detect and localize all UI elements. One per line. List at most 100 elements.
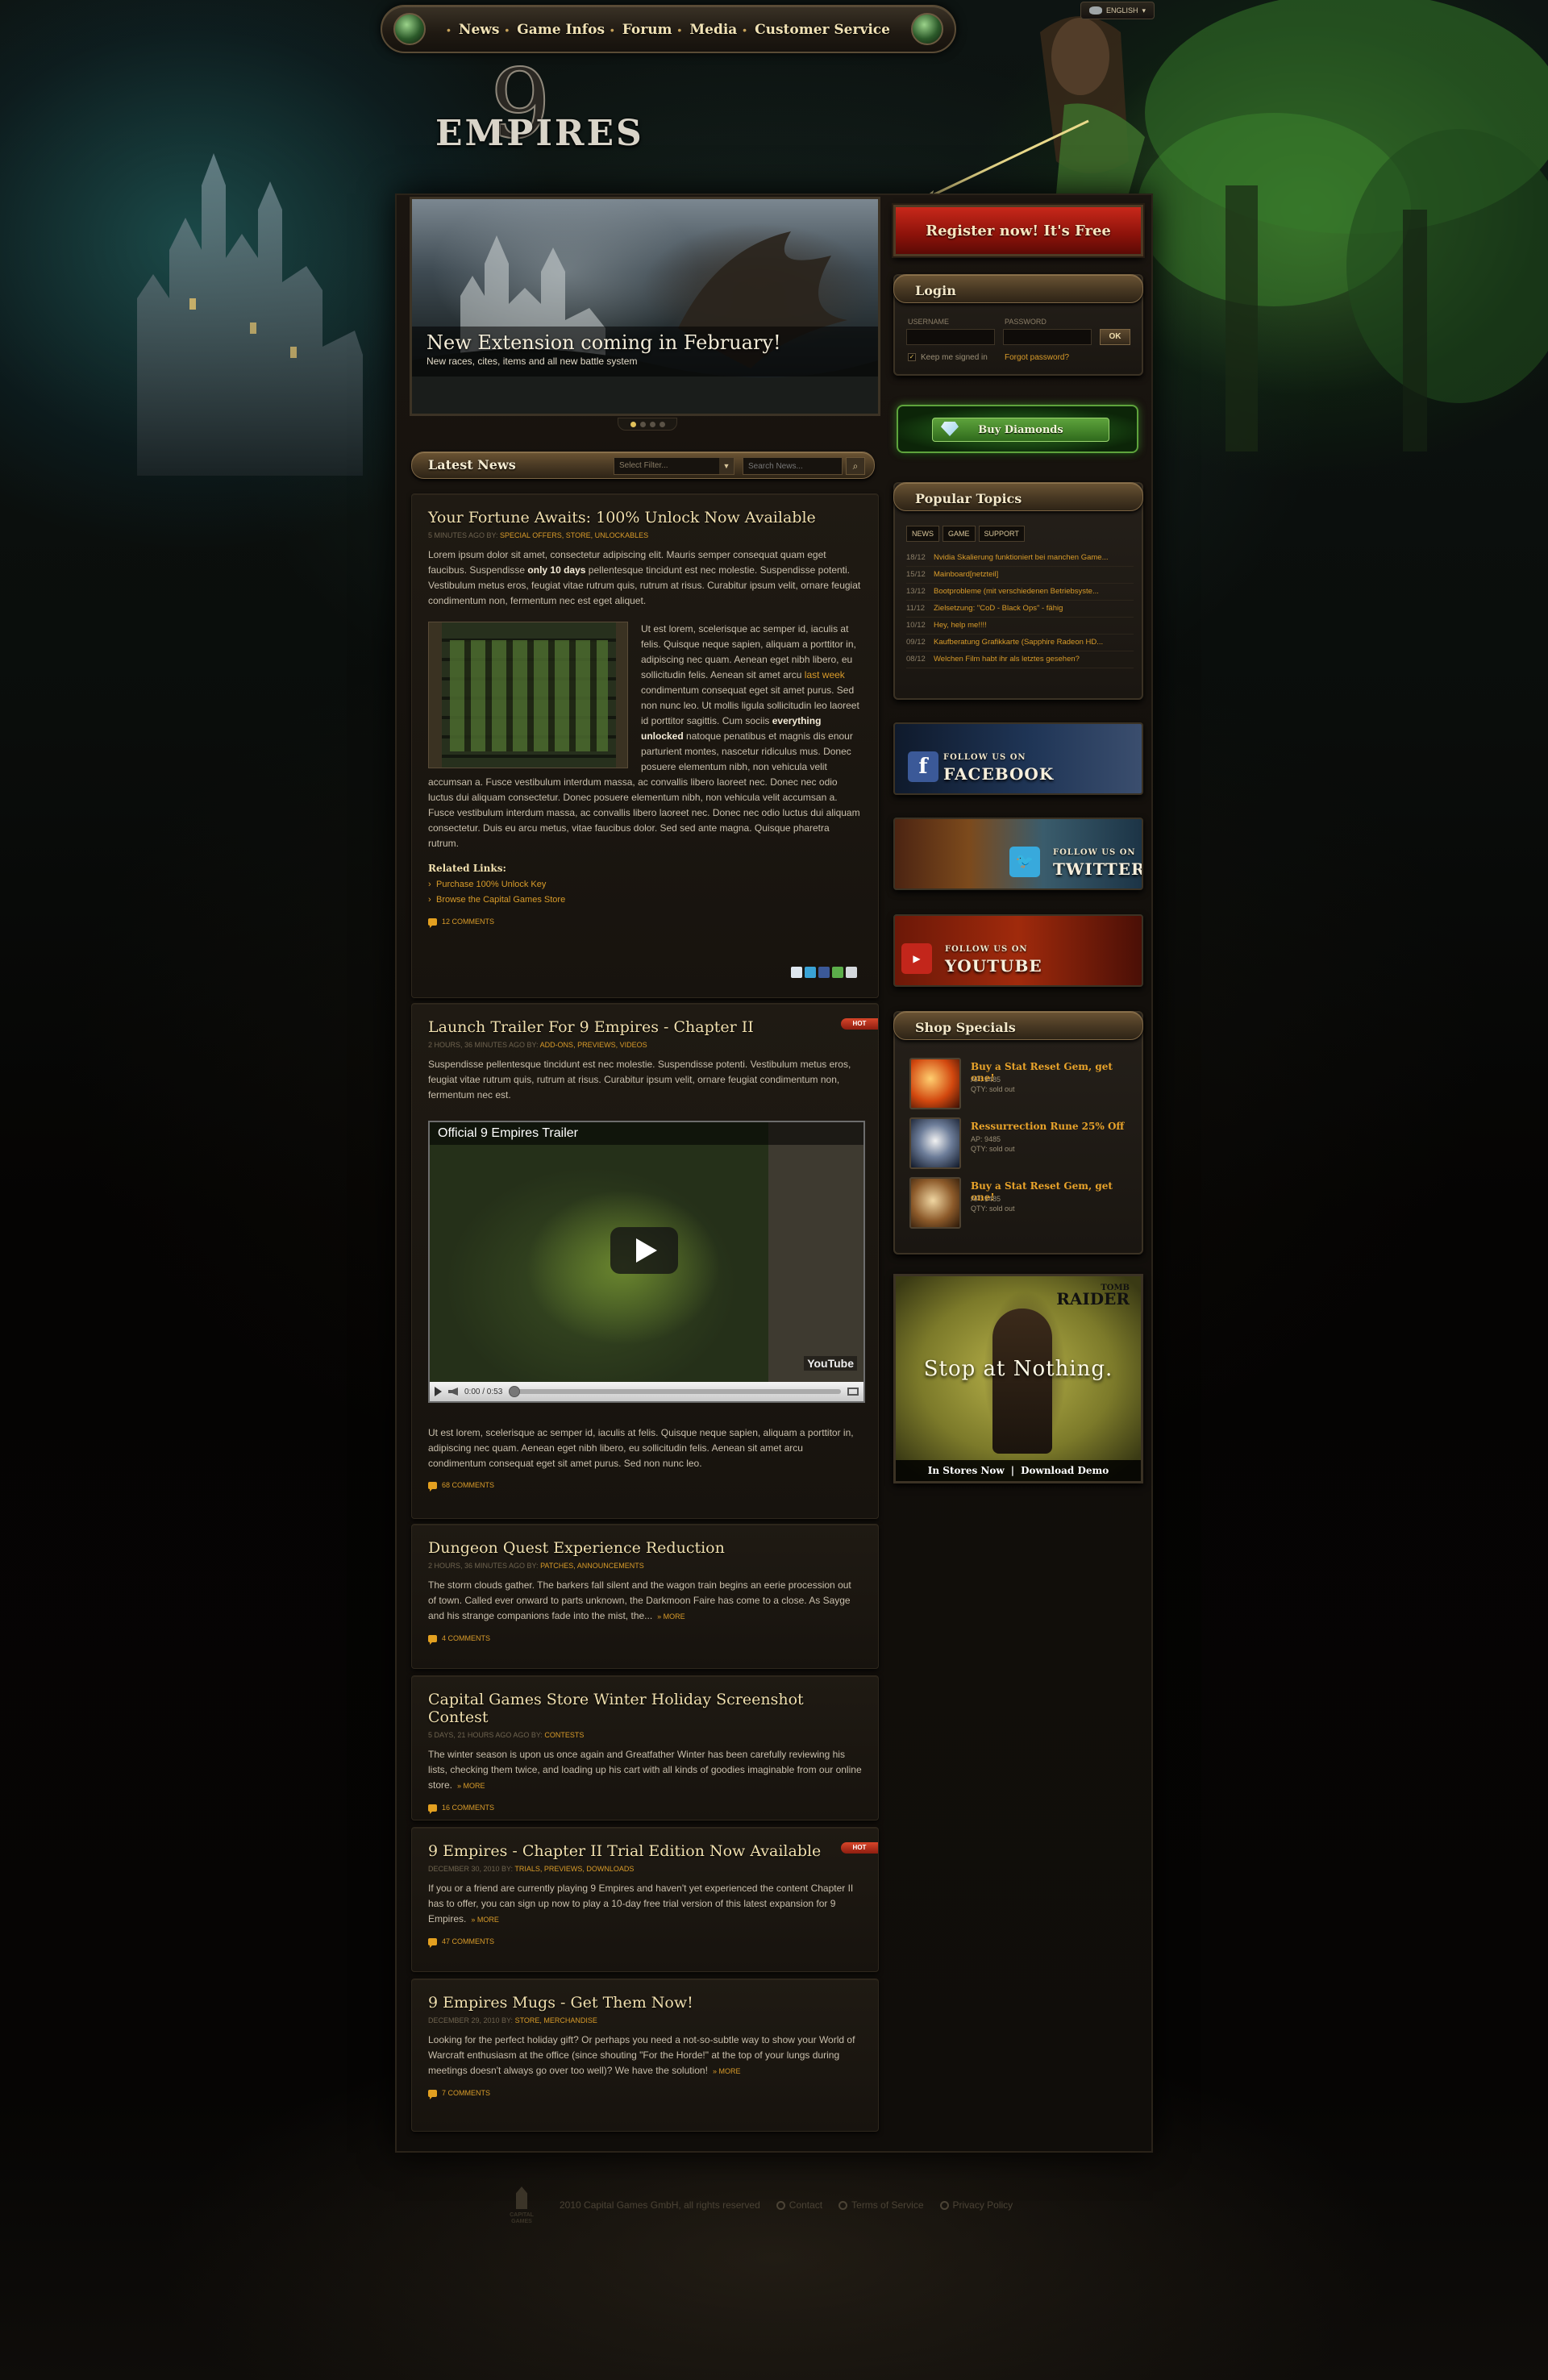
article-title[interactable]: Dungeon Quest Experience Reduction bbox=[428, 1539, 862, 1557]
topic-item[interactable]: 13/12 Bootprobleme (mit verschiedenen Bet… bbox=[906, 584, 1134, 601]
topic-title[interactable]: Bootprobleme (mit verschiedenen Betriebs… bbox=[934, 584, 1099, 600]
play-icon[interactable] bbox=[435, 1387, 442, 1396]
topic-item[interactable]: 18/12 Nvidia Skalierung funktioniert bei … bbox=[906, 550, 1134, 567]
article-title[interactable]: 9 Empires Mugs - Get Them Now! bbox=[428, 1994, 862, 2012]
shop-item-name[interactable]: Ressurrection Rune 25% Off bbox=[971, 1121, 1124, 1132]
username-field[interactable] bbox=[906, 329, 995, 345]
slider-dot-3[interactable] bbox=[649, 421, 655, 427]
facebook-banner[interactable]: f FOLLOW US ON FACEBOOK bbox=[893, 722, 1143, 795]
nav-link-game-infos[interactable]: Game Infos bbox=[517, 22, 605, 38]
footer-link-privacy[interactable]: Privacy Policy bbox=[940, 2199, 1013, 2211]
article-categories[interactable]: TRIALS, PREVIEWS, DOWNLOADS bbox=[514, 1865, 634, 1873]
slider-dot-4[interactable] bbox=[659, 421, 665, 427]
ad-cta-stores[interactable]: In Stores Now bbox=[928, 1465, 1005, 1476]
language-selector[interactable]: ENGLISH ▾ bbox=[1080, 2, 1155, 19]
topic-item[interactable]: 15/12 Mainboard[netzteil] bbox=[906, 567, 1134, 584]
slider-dot-2[interactable] bbox=[639, 421, 646, 427]
shop-item[interactable]: Ressurrection Rune 25% Off AP: 9485 QTY:… bbox=[909, 1117, 1137, 1172]
comments-link[interactable]: 7 COMMENTS bbox=[428, 2089, 862, 2099]
fullscreen-icon[interactable] bbox=[847, 1388, 859, 1396]
capital-games-logo[interactable]: CAPITAL GAMES bbox=[500, 2183, 543, 2227]
read-more-link[interactable]: » MORE bbox=[657, 1612, 685, 1621]
comments-link[interactable]: 47 COMMENTS bbox=[428, 1937, 862, 1948]
topic-item[interactable]: 11/12 Zielsetzung: "CoD - Black Ops" - fä… bbox=[906, 601, 1134, 618]
featured-slider[interactable]: New Extension coming in February! New ra… bbox=[410, 197, 880, 416]
related-link[interactable]: Purchase 100% Unlock Key bbox=[428, 877, 862, 892]
video-player[interactable]: Official 9 Empires Trailer YouTube 0:00 … bbox=[428, 1121, 865, 1403]
youtube-logo[interactable]: YouTube bbox=[804, 1356, 857, 1371]
topic-title[interactable]: Welchen Film habt ihr als letztes gesehe… bbox=[934, 651, 1080, 668]
video-progress-bar[interactable] bbox=[509, 1386, 841, 1397]
comments-link[interactable]: 16 COMMENTS bbox=[428, 1804, 862, 1814]
topic-title[interactable]: Kaufberatung Grafikkarte (Sapphire Radeo… bbox=[934, 635, 1103, 651]
search-icon[interactable]: ⌕ bbox=[846, 457, 865, 475]
facebook-share-icon[interactable] bbox=[818, 967, 830, 978]
slider-dot-1[interactable] bbox=[630, 421, 636, 427]
site-logo[interactable]: 9 EMPIRES bbox=[419, 56, 642, 177]
topic-item[interactable]: 08/12 Welchen Film habt ihr als letztes g… bbox=[906, 651, 1134, 668]
topic-title[interactable]: Mainboard[netzteil] bbox=[934, 567, 998, 583]
topic-title[interactable]: Zielsetzung: "CoD - Black Ops" - fähig bbox=[934, 601, 1063, 617]
topic-item[interactable]: 10/12 Hey, help me!!!! bbox=[906, 618, 1134, 635]
forgot-password-link[interactable]: Forgot password? bbox=[1005, 353, 1069, 362]
email-share-icon[interactable] bbox=[791, 967, 802, 978]
game-screenshot-thumbnail[interactable] bbox=[428, 622, 628, 768]
buy-diamonds-button[interactable]: Buy Diamonds bbox=[932, 418, 1109, 442]
article-categories[interactable]: SPECIAL OFFERS, STORE, UNLOCKABLES bbox=[500, 531, 648, 539]
tab-support[interactable]: SUPPORT bbox=[978, 526, 1025, 542]
article-categories[interactable]: STORE, MERCHANDISE bbox=[515, 2016, 597, 2024]
nav-item-game-infos[interactable]: • Game Infos bbox=[505, 22, 605, 38]
read-more-link[interactable]: » MORE bbox=[471, 1916, 499, 1924]
nav-item-customer-service[interactable]: • Customer Service bbox=[743, 22, 890, 38]
article-title[interactable]: Your Fortune Awaits: 100% Unlock Now Ava… bbox=[428, 509, 862, 526]
article-categories[interactable]: CONTESTS bbox=[544, 1731, 584, 1739]
register-button[interactable]: Register now! It's Free bbox=[893, 205, 1143, 256]
article-title[interactable]: Capital Games Store Winter Holiday Scree… bbox=[428, 1691, 862, 1726]
nav-link-media[interactable]: Media bbox=[689, 22, 737, 38]
read-more-link[interactable]: » MORE bbox=[713, 2067, 741, 2075]
footer-link-terms[interactable]: Terms of Service bbox=[838, 2199, 923, 2211]
read-more-link[interactable]: » MORE bbox=[457, 1782, 485, 1790]
nav-item-news[interactable]: • News bbox=[447, 22, 499, 38]
footer-link-contact[interactable]: Contact bbox=[776, 2199, 822, 2211]
topic-title[interactable]: Nvidia Skalierung funktioniert bei manch… bbox=[934, 550, 1109, 566]
tab-game[interactable]: GAME bbox=[943, 526, 976, 542]
shop-item[interactable]: Buy a Stat Reset Gem, get one! AP: 9485 … bbox=[909, 1058, 1137, 1113]
tomb-raider-advertisement[interactable]: TOMB RAIDER Stop at Nothing. In Stores N… bbox=[893, 1274, 1143, 1483]
article-categories[interactable]: ADD-ONS, PREVIEWS, VIDEOS bbox=[540, 1041, 647, 1049]
article-title[interactable]: 9 Empires - Chapter II Trial Edition Now… bbox=[428, 1842, 862, 1860]
ad-cta-demo[interactable]: Download Demo bbox=[1021, 1465, 1109, 1476]
topic-title[interactable]: Hey, help me!!!! bbox=[934, 618, 987, 634]
article-inline-link[interactable]: last week bbox=[805, 669, 845, 680]
keep-signed-in-checkbox[interactable]: ✓ bbox=[908, 353, 916, 361]
comments-link[interactable]: 4 COMMENTS bbox=[428, 1634, 862, 1645]
related-link[interactable]: Browse the Capital Games Store bbox=[428, 892, 862, 908]
topic-tabs: NEWS GAME SUPPORT bbox=[906, 526, 1025, 542]
login-ok-button[interactable]: OK bbox=[1100, 329, 1130, 345]
digg-share-icon[interactable] bbox=[832, 967, 843, 978]
youtube-banner[interactable]: ▶ FOLLOW US ON YOUTUBE bbox=[893, 914, 1143, 987]
nav-link-news[interactable]: News bbox=[459, 22, 500, 38]
nav-link-customer-service[interactable]: Customer Service bbox=[755, 22, 890, 38]
nav-item-forum[interactable]: • Forum bbox=[610, 22, 672, 38]
twitter-banner[interactable]: 🐦 FOLLOW US ON TWITTER bbox=[893, 818, 1143, 890]
topic-item[interactable]: 09/12 Kaufberatung Grafikkarte (Sapphire … bbox=[906, 635, 1134, 651]
play-icon[interactable] bbox=[610, 1227, 678, 1274]
article-categories[interactable]: PATCHES, ANNOUNCEMENTS bbox=[540, 1562, 644, 1570]
nav-link-forum[interactable]: Forum bbox=[622, 22, 672, 38]
password-field[interactable] bbox=[1003, 329, 1092, 345]
comments-link[interactable]: 68 COMMENTS bbox=[428, 1481, 862, 1492]
tab-news[interactable]: NEWS bbox=[906, 526, 939, 542]
tomb-raider-logo: TOMB RAIDER bbox=[1056, 1284, 1130, 1308]
twitter-share-icon[interactable] bbox=[805, 967, 816, 978]
nav-item-media[interactable]: • Media bbox=[677, 22, 737, 38]
buy-diamonds-banner[interactable]: Buy Diamonds bbox=[897, 405, 1138, 453]
video-scrubber[interactable] bbox=[509, 1386, 521, 1397]
article-title[interactable]: Launch Trailer For 9 Empires - Chapter I… bbox=[428, 1018, 862, 1036]
comments-link[interactable]: 12 COMMENTS bbox=[428, 917, 862, 928]
volume-icon[interactable] bbox=[448, 1388, 458, 1396]
news-filter-select[interactable]: Select Filter... ▼ bbox=[614, 457, 734, 475]
news-search-input[interactable] bbox=[743, 457, 843, 475]
shop-item[interactable]: Buy a Stat Reset Gem, get one! AP: 9485 … bbox=[909, 1177, 1137, 1232]
bookmark-share-icon[interactable] bbox=[846, 967, 857, 978]
